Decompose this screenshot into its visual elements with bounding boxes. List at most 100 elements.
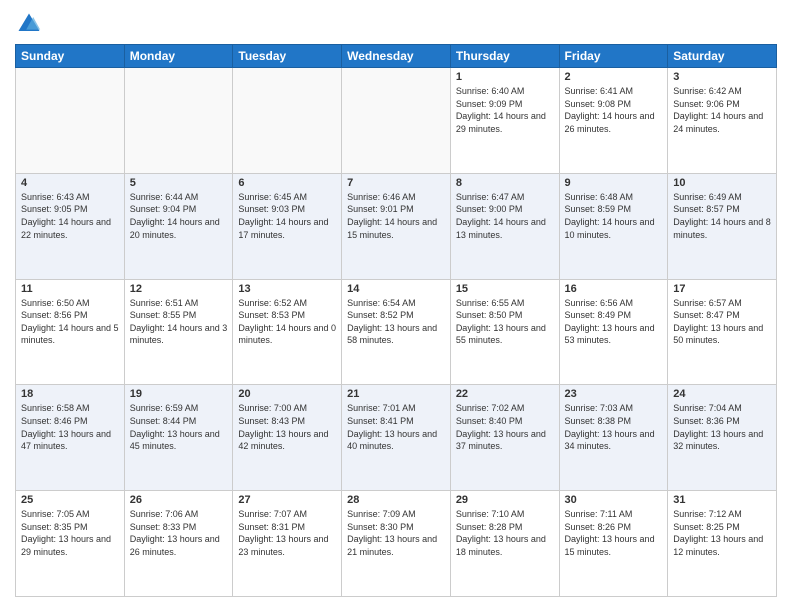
calendar-header-tuesday: Tuesday [233,45,342,68]
day-number: 1 [456,71,554,83]
day-info: Sunrise: 7:07 AM Sunset: 8:31 PM Dayligh… [238,508,336,558]
day-info: Sunrise: 7:02 AM Sunset: 8:40 PM Dayligh… [456,402,554,452]
calendar-week-row: 4 Sunrise: 6:43 AM Sunset: 9:05 PM Daylig… [16,173,777,279]
day-info: Sunrise: 6:54 AM Sunset: 8:52 PM Dayligh… [347,297,445,347]
calendar-cell [124,68,233,174]
header [15,10,777,38]
day-number: 27 [238,494,336,506]
calendar-cell: 3Sunrise: 6:42 AM Sunset: 9:06 PM Daylig… [668,68,777,174]
calendar-week-row: 25 Sunrise: 7:05 AM Sunset: 8:35 PM Dayli… [16,491,777,597]
day-info: Sunrise: 6:48 AM Sunset: 8:59 PM Dayligh… [565,191,663,241]
calendar-table: SundayMondayTuesdayWednesdayThursdayFrid… [15,44,777,597]
calendar-cell: 25 Sunrise: 7:05 AM Sunset: 8:35 PM Dayli… [16,491,125,597]
day-info: Sunrise: 7:09 AM Sunset: 8:30 PM Dayligh… [347,508,445,558]
day-number: 24 [673,388,771,400]
day-number: 6 [238,177,336,189]
calendar-cell: 2 Sunrise: 6:41 AM Sunset: 9:08 PM Daylig… [559,68,668,174]
day-info: Sunrise: 7:01 AM Sunset: 8:41 PM Dayligh… [347,402,445,452]
calendar-header-friday: Friday [559,45,668,68]
day-info: Sunrise: 6:59 AM Sunset: 8:44 PM Dayligh… [130,402,228,452]
day-info: Sunrise: 6:51 AM Sunset: 8:55 PM Dayligh… [130,297,228,347]
calendar-cell: 12 Sunrise: 6:51 AM Sunset: 8:55 PM Dayli… [124,279,233,385]
day-number: 30 [565,494,663,506]
day-number: 5 [130,177,228,189]
calendar-cell [233,68,342,174]
day-number: 21 [347,388,445,400]
day-info: Sunrise: 6:56 AM Sunset: 8:49 PM Dayligh… [565,297,663,347]
logo [15,10,47,38]
day-number: 23 [565,388,663,400]
day-info: Sunrise: 6:41 AM Sunset: 9:08 PM Dayligh… [565,85,663,135]
day-info: Sunrise: 7:11 AM Sunset: 8:26 PM Dayligh… [565,508,663,558]
day-info: Sunrise: 6:50 AM Sunset: 8:56 PM Dayligh… [21,297,119,347]
day-info: Sunrise: 6:43 AM Sunset: 9:05 PM Dayligh… [21,191,119,241]
day-number: 18 [21,388,119,400]
day-info: Sunrise: 6:47 AM Sunset: 9:00 PM Dayligh… [456,191,554,241]
day-info: Sunrise: 6:40 AM Sunset: 9:09 PM Dayligh… [456,85,554,135]
calendar-cell: 6 Sunrise: 6:45 AM Sunset: 9:03 PM Daylig… [233,173,342,279]
day-number: 9 [565,177,663,189]
calendar-cell: 13Sunrise: 6:52 AM Sunset: 8:53 PM Dayli… [233,279,342,385]
day-number: 15 [456,283,554,295]
calendar-cell: 10 Sunrise: 6:49 AM Sunset: 8:57 PM Dayli… [668,173,777,279]
day-number: 25 [21,494,119,506]
calendar-cell: 23 Sunrise: 7:03 AM Sunset: 8:38 PM Dayli… [559,385,668,491]
calendar-header-saturday: Saturday [668,45,777,68]
calendar-header-sunday: Sunday [16,45,125,68]
calendar-cell: 19 Sunrise: 6:59 AM Sunset: 8:44 PM Dayli… [124,385,233,491]
day-number: 10 [673,177,771,189]
day-info: Sunrise: 7:10 AM Sunset: 8:28 PM Dayligh… [456,508,554,558]
day-number: 11 [21,283,119,295]
day-info: Sunrise: 6:49 AM Sunset: 8:57 PM Dayligh… [673,191,771,241]
calendar-cell: 11 Sunrise: 6:50 AM Sunset: 8:56 PM Dayli… [16,279,125,385]
logo-icon [15,10,43,38]
day-number: 28 [347,494,445,506]
day-info: Sunrise: 6:52 AM Sunset: 8:53 PM Dayligh… [238,297,336,347]
day-number: 8 [456,177,554,189]
calendar-cell: 29 Sunrise: 7:10 AM Sunset: 8:28 PM Dayli… [450,491,559,597]
day-info: Sunrise: 6:42 AM Sunset: 9:06 PM Dayligh… [673,85,771,135]
calendar-header-monday: Monday [124,45,233,68]
day-info: Sunrise: 6:45 AM Sunset: 9:03 PM Dayligh… [238,191,336,241]
day-info: Sunrise: 7:03 AM Sunset: 8:38 PM Dayligh… [565,402,663,452]
day-info: Sunrise: 6:55 AM Sunset: 8:50 PM Dayligh… [456,297,554,347]
day-number: 16 [565,283,663,295]
calendar-cell: 8 Sunrise: 6:47 AM Sunset: 9:00 PM Daylig… [450,173,559,279]
calendar-cell [16,68,125,174]
day-number: 7 [347,177,445,189]
calendar-cell: 26 Sunrise: 7:06 AM Sunset: 8:33 PM Dayli… [124,491,233,597]
calendar-cell: 31Sunrise: 7:12 AM Sunset: 8:25 PM Dayli… [668,491,777,597]
calendar-cell: 24 Sunrise: 7:04 AM Sunset: 8:36 PM Dayli… [668,385,777,491]
calendar-header-row: SundayMondayTuesdayWednesdayThursdayFrid… [16,45,777,68]
day-number: 22 [456,388,554,400]
calendar-cell: 27 Sunrise: 7:07 AM Sunset: 8:31 PM Dayli… [233,491,342,597]
day-info: Sunrise: 7:00 AM Sunset: 8:43 PM Dayligh… [238,402,336,452]
day-number: 12 [130,283,228,295]
day-number: 26 [130,494,228,506]
calendar-cell: 15 Sunrise: 6:55 AM Sunset: 8:50 PM Dayli… [450,279,559,385]
calendar-header-wednesday: Wednesday [342,45,451,68]
day-info: Sunrise: 7:05 AM Sunset: 8:35 PM Dayligh… [21,508,119,558]
calendar-cell: 1 Sunrise: 6:40 AM Sunset: 9:09 PM Daylig… [450,68,559,174]
day-number: 4 [21,177,119,189]
calendar-cell: 5Sunrise: 6:44 AM Sunset: 9:04 PM Daylig… [124,173,233,279]
day-info: Sunrise: 6:58 AM Sunset: 8:46 PM Dayligh… [21,402,119,452]
day-info: Sunrise: 7:04 AM Sunset: 8:36 PM Dayligh… [673,402,771,452]
calendar-cell: 22 Sunrise: 7:02 AM Sunset: 8:40 PM Dayli… [450,385,559,491]
day-number: 14 [347,283,445,295]
calendar-cell: 28 Sunrise: 7:09 AM Sunset: 8:30 PM Dayli… [342,491,451,597]
day-number: 29 [456,494,554,506]
day-number: 2 [565,71,663,83]
calendar-week-row: 1 Sunrise: 6:40 AM Sunset: 9:09 PM Daylig… [16,68,777,174]
day-info: Sunrise: 7:06 AM Sunset: 8:33 PM Dayligh… [130,508,228,558]
calendar-cell: 4 Sunrise: 6:43 AM Sunset: 9:05 PM Daylig… [16,173,125,279]
day-number: 31 [673,494,771,506]
day-number: 19 [130,388,228,400]
day-info: Sunrise: 6:46 AM Sunset: 9:01 PM Dayligh… [347,191,445,241]
day-number: 17 [673,283,771,295]
page: SundayMondayTuesdayWednesdayThursdayFrid… [0,0,792,612]
day-number: 20 [238,388,336,400]
calendar-cell: 14 Sunrise: 6:54 AM Sunset: 8:52 PM Dayli… [342,279,451,385]
day-info: Sunrise: 6:57 AM Sunset: 8:47 PM Dayligh… [673,297,771,347]
calendar-cell: 16 Sunrise: 6:56 AM Sunset: 8:49 PM Dayli… [559,279,668,385]
